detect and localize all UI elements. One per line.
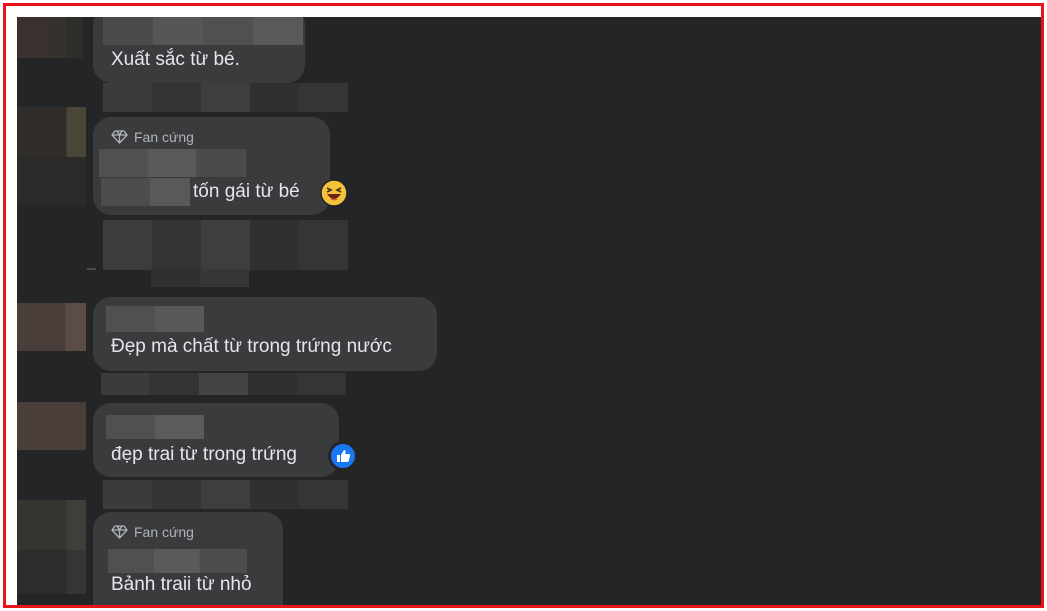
avatar[interactable] — [17, 107, 86, 157]
comment-actions-censored[interactable] — [101, 373, 346, 395]
avatar-shadow — [17, 550, 86, 594]
comment-text: Đẹp mà chất từ trong trứng nước — [111, 336, 392, 357]
like-reaction-icon[interactable] — [328, 441, 358, 471]
fan-badge: Fan cứng — [111, 129, 194, 145]
comment-actions-censored[interactable] — [103, 480, 348, 509]
comments-panel: Xuất sắc từ bé. Fan cứng tốn gái từ bé Đ… — [17, 17, 1041, 605]
avatar[interactable] — [17, 500, 86, 550]
commenter-name-censored[interactable] — [106, 415, 204, 439]
commenter-name-censored[interactable] — [103, 17, 303, 45]
grinning-squinting-face-emoji — [320, 179, 348, 207]
comment-actions-censored[interactable] — [103, 220, 348, 270]
commenter-name-censored[interactable] — [106, 306, 204, 332]
avatar-shadow — [17, 157, 86, 205]
reply-line — [87, 268, 96, 270]
badge-label: Fan cứng — [134, 524, 194, 540]
comment-actions-censored[interactable] — [103, 83, 348, 112]
badge-label: Fan cứng — [134, 129, 194, 145]
diamond-icon — [111, 525, 128, 539]
highlight-frame: Xuất sắc từ bé. Fan cứng tốn gái từ bé Đ… — [3, 3, 1044, 608]
comment-text: đẹp trai từ trong trứng — [111, 444, 297, 465]
avatar[interactable] — [17, 17, 83, 58]
comment-text: Bảnh traii từ nhỏ — [111, 574, 252, 595]
diamond-icon — [111, 130, 128, 144]
thumbs-up-icon — [331, 444, 355, 468]
commenter-name-censored[interactable] — [108, 549, 247, 573]
comment-text: tốn gái từ bé — [193, 181, 300, 202]
fan-badge: Fan cứng — [111, 524, 194, 540]
avatar[interactable] — [17, 303, 86, 351]
reply-censored[interactable] — [151, 269, 249, 287]
comment-text: Xuất sắc từ bé. — [111, 49, 240, 70]
commenter-name-censored[interactable] — [99, 149, 246, 177]
avatar[interactable] — [17, 402, 86, 450]
mention-censored[interactable] — [101, 178, 190, 206]
